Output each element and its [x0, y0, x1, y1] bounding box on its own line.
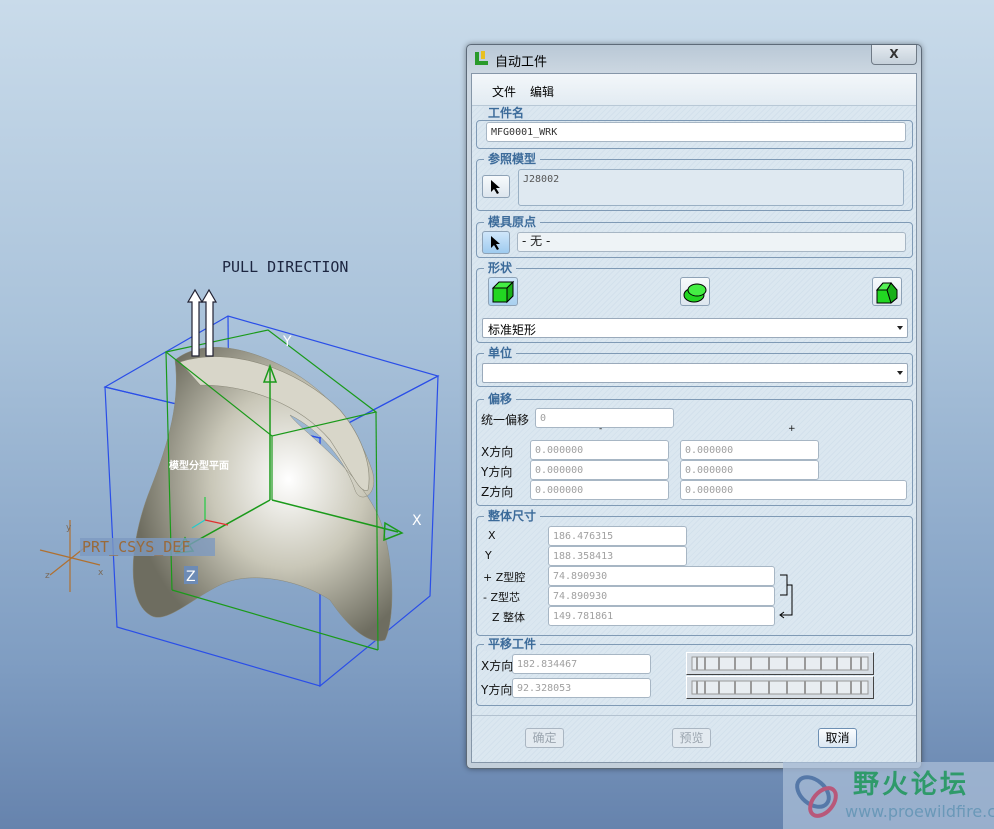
thumbwheel-ticks-icon	[691, 656, 869, 671]
offset-y-label: Y方向	[481, 465, 513, 479]
cylinder-icon	[683, 283, 707, 303]
offset-x-minus-input[interactable]: 0.000000	[530, 440, 669, 460]
menu-edit[interactable]: 编辑	[530, 83, 554, 100]
offset-plus-header: +	[788, 424, 796, 434]
ok-button[interactable]: 确定	[525, 728, 564, 748]
watermark-url: www.proewildfire.cn	[845, 802, 994, 821]
axis-x-label: X	[412, 513, 422, 529]
uniform-offset-input[interactable]: 0	[535, 408, 674, 428]
offset-z-minus-input[interactable]: 0.000000	[530, 480, 669, 500]
pull-direction-arrows	[186, 288, 218, 357]
translate-label: 平移工件	[484, 637, 541, 651]
workpiece-name-label: 工件名	[484, 106, 529, 120]
close-button[interactable]: X	[871, 45, 917, 65]
cursor-arrow-icon	[491, 236, 500, 250]
units-select[interactable]	[482, 363, 908, 383]
csys-axis-z: z	[45, 571, 50, 581]
csys-axis-y: y	[66, 523, 72, 533]
custom-shape-icon	[875, 282, 898, 304]
shape-cylinder-button[interactable]	[680, 277, 710, 306]
uniform-offset-label: 统一偏移	[481, 413, 530, 427]
overall-size-label: 整体尺寸	[484, 509, 541, 523]
z-cavity-input[interactable]: 74.890930	[548, 566, 775, 586]
size-y-field: 188.358413	[548, 546, 687, 566]
select-mold-origin-button[interactable]	[482, 231, 510, 254]
shape-label: 形状	[484, 261, 517, 275]
workpiece-name-input[interactable]: MFG0001_WRK	[486, 122, 906, 142]
translate-x-input[interactable]: 182.834467	[512, 654, 651, 674]
box-icon	[491, 280, 515, 304]
offset-x-plus-input[interactable]: 0.000000	[680, 440, 819, 460]
auto-workpiece-dialog: 自动工件 X 文件 编辑 工件名 MFG0001_WRK 参照模型 J28002…	[466, 44, 922, 769]
units-label: 单位	[484, 346, 517, 360]
preview-button[interactable]: 预览	[672, 728, 711, 748]
size-x-field: 186.476315	[548, 526, 687, 546]
z-core-input[interactable]: 74.890930	[548, 586, 775, 606]
parting-plane-label: 模型分型平面	[169, 459, 229, 472]
pull-direction-label: PULL DIRECTION	[222, 258, 348, 276]
menu-file[interactable]: 文件	[492, 83, 516, 100]
select-reference-model-button[interactable]	[482, 175, 510, 198]
translate-x-label: X方向	[481, 659, 514, 673]
shape-type-select[interactable]: 标准矩形	[482, 318, 908, 338]
offset-z-plus-input[interactable]: 0.000000	[680, 480, 907, 500]
translate-y-input[interactable]: 92.328053	[512, 678, 651, 698]
translate-y-label: Y方向	[481, 683, 513, 697]
offset-z-label: Z方向	[481, 485, 514, 499]
workpiece-app-icon	[475, 51, 488, 65]
sum-bracket-icon	[779, 574, 793, 619]
reference-model-field: J28002	[518, 169, 904, 206]
size-x-label: X	[488, 529, 496, 542]
dropdown-arrow-icon	[897, 371, 903, 375]
thumbwheel-ticks-icon	[691, 680, 869, 695]
dropdown-arrow-icon	[897, 326, 903, 330]
offset-minus-header: -	[599, 424, 603, 434]
cancel-button[interactable]: 取消	[818, 728, 857, 748]
dialog-title: 自动工件	[495, 55, 548, 70]
watermark: 野火论坛 www.proewildfire.cn	[783, 762, 994, 829]
offset-y-minus-input[interactable]: 0.000000	[530, 460, 669, 480]
translate-y-thumbwheel[interactable]	[686, 676, 874, 699]
reference-model-label: 参照模型	[484, 152, 541, 166]
z-total-label: Z 整体	[492, 611, 526, 624]
axis-z-label: Z	[186, 569, 196, 585]
z-total-field: 149.781861	[548, 606, 775, 626]
mold-origin-label: 模具原点	[484, 215, 541, 229]
shape-type-value: 标准矩形	[488, 323, 537, 337]
dialog-client: 文件 编辑 工件名 MFG0001_WRK 参照模型 J28002 模具原点 -…	[471, 73, 917, 763]
offset-x-label: X方向	[481, 445, 514, 459]
shape-custom-button[interactable]	[872, 277, 902, 306]
watermark-title: 野火论坛	[853, 770, 970, 800]
z-cavity-label: + Z型腔	[483, 571, 526, 584]
menu-bar: 文件 编辑	[472, 74, 916, 106]
button-separator	[472, 715, 916, 716]
csys-label: PRT_CSYS_DEF	[82, 538, 190, 556]
z-core-label: - Z型芯	[483, 591, 521, 604]
mold-origin-field: - 无 -	[517, 232, 906, 252]
shape-box-button[interactable]	[488, 277, 518, 306]
axis-y-label: Y	[282, 334, 292, 350]
cursor-arrow-icon	[491, 180, 500, 194]
csys-axis-x: x	[98, 568, 104, 578]
offset-label: 偏移	[484, 392, 517, 406]
size-y-label: Y	[485, 549, 492, 562]
offset-y-plus-input[interactable]: 0.000000	[680, 460, 819, 480]
watermark-logo-icon	[795, 775, 838, 818]
translate-x-thumbwheel[interactable]	[686, 652, 874, 675]
